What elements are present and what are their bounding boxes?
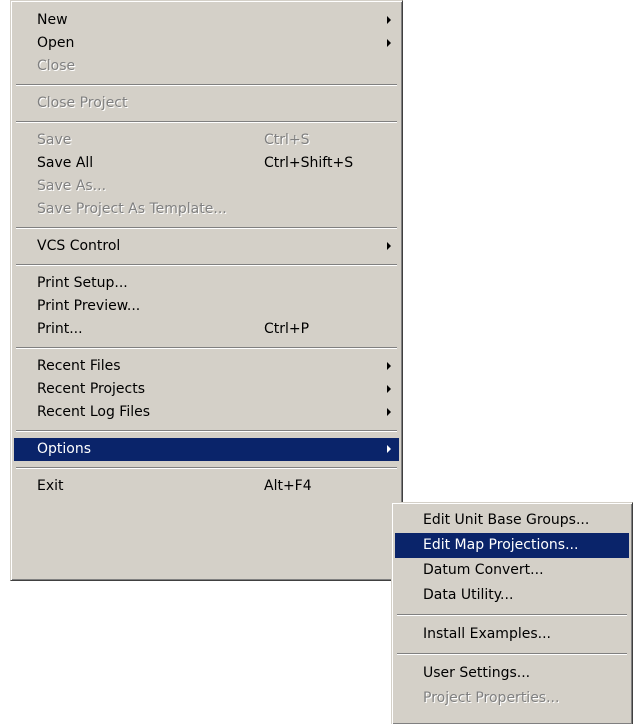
menu-item-label: Exit <box>37 478 64 494</box>
shortcut-label: Ctrl+P <box>264 321 310 337</box>
menu-item-recent-files[interactable]: Recent Files <box>14 355 399 378</box>
menu-item-edit-unit-base-groups[interactable]: Edit Unit Base Groups... <box>395 508 629 533</box>
menu-item-label: Close <box>37 58 76 74</box>
menu-item-user-settings[interactable]: User Settings... <box>395 661 629 686</box>
menu-item-recent-projects[interactable]: Recent Projects <box>14 378 399 401</box>
menu-item-vcs-control[interactable]: VCS Control <box>14 235 399 258</box>
submenu-arrow-icon <box>387 408 391 416</box>
menu-item-open[interactable]: Open <box>14 32 399 55</box>
menu-item-label: Install Examples... <box>423 626 551 642</box>
menu-item-datum-convert[interactable]: Datum Convert... <box>395 558 629 583</box>
menu-item-close-project: Close Project <box>14 92 399 115</box>
menu-item-label: Project Properties... <box>423 690 560 706</box>
menu-item-label: Edit Unit Base Groups... <box>423 512 590 528</box>
menu-item-data-utility[interactable]: Data Utility... <box>395 583 629 608</box>
submenu-arrow-icon <box>387 362 391 370</box>
menu-item-label: Save Project As Template... <box>37 201 227 217</box>
menu-separator <box>16 121 397 123</box>
shortcut-label: Ctrl+Shift+S <box>264 155 354 171</box>
menu-item-edit-map-projections[interactable]: Edit Map Projections... <box>395 533 629 558</box>
menu-separator <box>16 227 397 229</box>
menu-separator <box>16 467 397 469</box>
menu-item-label: Options <box>37 441 92 457</box>
menu-item-new[interactable]: New <box>14 9 399 32</box>
menu-separator <box>16 347 397 349</box>
menu-separator <box>397 614 627 616</box>
menu-item-label: Recent Log Files <box>37 404 151 420</box>
menu-item-print[interactable]: Print... Ctrl+P <box>14 318 399 341</box>
menu-item-save-as: Save As... <box>14 175 399 198</box>
menu-item-close: Close <box>14 55 399 78</box>
shortcut-label: Alt+F4 <box>264 478 312 494</box>
menu-item-label: Edit Map Projections... <box>423 537 579 553</box>
submenu-arrow-icon <box>387 385 391 393</box>
menu-item-label: Data Utility... <box>423 587 514 603</box>
submenu-arrow-icon <box>387 445 391 453</box>
menu-item-label: Print... <box>37 321 83 337</box>
menu-item-recent-log-files[interactable]: Recent Log Files <box>14 401 399 424</box>
shortcut-label: Ctrl+S <box>264 132 310 148</box>
menu-separator <box>16 430 397 432</box>
submenu-arrow-icon <box>387 39 391 47</box>
menu-separator <box>397 653 627 655</box>
menu-item-label: Save As... <box>37 178 107 194</box>
menu-item-options[interactable]: Options <box>14 438 399 461</box>
menu-item-label: Open <box>37 35 75 51</box>
menu-item-print-setup[interactable]: Print Setup... <box>14 272 399 295</box>
menu-item-label: User Settings... <box>423 665 531 681</box>
menu-item-label: New <box>37 12 68 28</box>
menu-item-label: Recent Files <box>37 358 121 374</box>
menu-item-save: Save Ctrl+S <box>14 129 399 152</box>
file-menu: New Open Close Close Project Save Ctrl+S… <box>10 0 403 581</box>
menu-separator <box>16 264 397 266</box>
menu-item-save-project-as-template: Save Project As Template... <box>14 198 399 221</box>
menu-item-label: Print Setup... <box>37 275 128 291</box>
menu-item-save-all[interactable]: Save All Ctrl+Shift+S <box>14 152 399 175</box>
menu-item-label: Datum Convert... <box>423 562 544 578</box>
menu-item-label: Recent Projects <box>37 381 146 397</box>
menu-item-project-properties: Project Properties... <box>395 686 629 711</box>
menu-separator <box>16 84 397 86</box>
menu-item-label: VCS Control <box>37 238 121 254</box>
menu-item-install-examples[interactable]: Install Examples... <box>395 622 629 647</box>
menu-item-exit[interactable]: Exit Alt+F4 <box>14 475 399 498</box>
options-submenu: Edit Unit Base Groups... Edit Map Projec… <box>391 502 633 724</box>
menu-item-print-preview[interactable]: Print Preview... <box>14 295 399 318</box>
submenu-arrow-icon <box>387 16 391 24</box>
menu-item-label: Print Preview... <box>37 298 141 314</box>
submenu-arrow-icon <box>387 242 391 250</box>
menu-item-label: Save <box>37 132 72 148</box>
menu-item-label: Close Project <box>37 95 128 111</box>
menu-item-label: Save All <box>37 155 94 171</box>
